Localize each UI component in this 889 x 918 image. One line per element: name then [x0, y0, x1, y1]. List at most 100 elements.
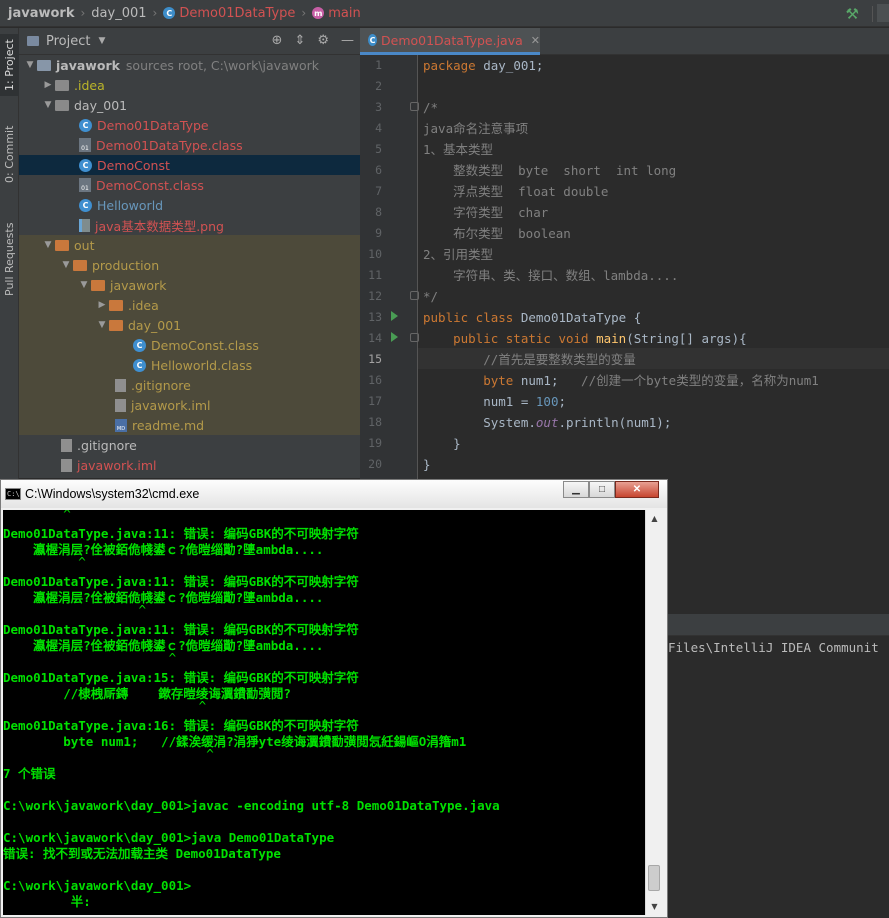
console-line: C:\work\javawork\day_001>java Demo01Data… [3, 830, 335, 845]
tree-item-file[interactable]: .gitignore [19, 375, 360, 395]
tree-item-file-selected[interactable]: C DemoConst [19, 155, 360, 175]
scroll-down-icon[interactable]: ▼ [646, 898, 663, 915]
tree-item-file[interactable]: C Helloworld [19, 195, 360, 215]
console-output[interactable]: ^ Demo01DataType.java:11: 错误: 编码GBK的不可映射… [3, 510, 645, 915]
project-view-selector[interactable]: Project [46, 34, 90, 49]
tree-item-day001[interactable]: ▼ day_001 [19, 95, 360, 115]
tree-label: DemoConst.class [96, 177, 204, 193]
breadcrumb-separator-icon: › [152, 6, 158, 20]
gear-icon[interactable]: ⚙ [317, 33, 329, 48]
line-number: 12 [368, 289, 382, 303]
hide-panel-icon[interactable]: — [341, 33, 354, 48]
tree-item-file[interactable]: 01 Demo01DataType.class [19, 135, 360, 155]
scroll-up-icon[interactable]: ▲ [646, 510, 663, 527]
chevron-down-icon[interactable]: ▼ [59, 260, 73, 270]
file-icon [61, 438, 72, 452]
cmd-title: C:\Windows\system32\cmd.exe [25, 487, 200, 501]
cmd-title-bar[interactable]: C:\ C:\Windows\system32\cmd.exe ▁ □ ✕ [1, 480, 667, 508]
console-line: ^ [3, 746, 214, 761]
console-line: Demo01DataType.java:11: 错误: 编码GBK的不可映射字符 [3, 526, 359, 541]
run-gutter-icon[interactable] [391, 311, 398, 321]
close-icon[interactable]: ✕ [531, 34, 540, 47]
tree-item-day001-out[interactable]: ▼ day_001 [19, 315, 360, 335]
tree-label: production [92, 257, 160, 273]
run-gutter-icon[interactable] [391, 332, 398, 342]
tree-item-file[interactable]: javawork.iml [19, 395, 360, 415]
line-number: 16 [368, 373, 382, 387]
tree-item-file[interactable]: C DemoConst.class [19, 335, 360, 355]
fold-marker-icon[interactable] [410, 333, 419, 342]
fold-marker-icon[interactable] [410, 291, 419, 300]
console-line: 错误: 找不到或无法加载主类 Demo01DataType [3, 846, 281, 861]
minimize-button[interactable]: ▁ [563, 481, 589, 498]
line-number: 13 [368, 310, 382, 324]
folder-icon [109, 299, 123, 311]
tab-label: Demo01DataType.java [381, 32, 523, 48]
chevron-down-icon[interactable]: ▼ [23, 60, 37, 70]
tree-label: out [74, 237, 95, 253]
breadcrumb-project[interactable]: javawork [8, 6, 74, 21]
tree-label: Helloworld.class [151, 357, 253, 373]
class-file-icon: 01 [79, 178, 91, 192]
tree-item-file[interactable]: 01 DemoConst.class [19, 175, 360, 195]
code-line: 1、基本类型 [423, 142, 494, 157]
line-number: 1 [375, 58, 382, 72]
breadcrumb-class[interactable]: Demo01DataType [179, 6, 295, 21]
tree-label: Demo01DataType.class [96, 137, 243, 153]
folder-icon [37, 59, 51, 71]
chevron-right-icon[interactable]: ▶ [95, 300, 109, 310]
tab-commit[interactable]: 0: Commit [0, 120, 19, 188]
tree-item-file[interactable]: MD readme.md [19, 415, 360, 435]
code-line: num1 = 100; [423, 394, 566, 409]
console-line: Demo01DataType.java:15: 错误: 编码GBK的不可映射字符 [3, 670, 359, 685]
tab-pull-requests[interactable]: Pull Requests [0, 214, 19, 304]
module-file-icon [61, 458, 72, 472]
line-number: 15 [368, 352, 382, 366]
folder-icon [55, 99, 69, 111]
tab-project[interactable]: 1: Project [0, 34, 19, 96]
tree-item-idea-out[interactable]: ▶ .idea [19, 295, 360, 315]
build-hammer-icon[interactable]: ⚒ [846, 5, 859, 23]
tree-item-file[interactable]: C Helloworld.class [19, 355, 360, 375]
tree-item-javawork-out[interactable]: ▼ javawork [19, 275, 360, 295]
line-number: 3 [375, 100, 382, 114]
chevron-down-icon[interactable]: ▼ [95, 320, 109, 330]
console-line: ^ [3, 650, 177, 665]
tree-item-idea[interactable]: ▶ .idea [19, 75, 360, 95]
tree-label: .gitignore [131, 377, 191, 393]
navigation-bar: javawork › day_001 › C Demo01DataType › … [0, 0, 889, 27]
chevron-down-icon[interactable]: ▼ [77, 280, 91, 290]
tree-item-file[interactable]: java基本数据类型.png [19, 215, 360, 235]
chevron-right-icon[interactable]: ▶ [41, 80, 55, 90]
console-line: ^ [3, 554, 86, 569]
collapse-all-icon[interactable]: ⇕ [294, 33, 305, 48]
run-config-button[interactable] [877, 4, 889, 22]
tree-item-file[interactable]: C Demo01DataType [19, 115, 360, 135]
scroll-thumb[interactable] [648, 865, 660, 891]
console-scrollbar[interactable]: ▲ ▼ [645, 510, 662, 915]
java-class-icon: C [79, 118, 92, 132]
fold-marker-icon[interactable] [410, 102, 419, 111]
code-line: 整数类型 byte short int long [423, 163, 677, 178]
breadcrumb-folder[interactable]: day_001 [91, 6, 146, 21]
chevron-down-icon[interactable]: ▼ [41, 100, 55, 110]
line-number: 8 [375, 205, 382, 219]
chevron-down-icon[interactable]: ▼ [41, 240, 55, 250]
breadcrumb-method[interactable]: main [328, 6, 360, 21]
maximize-button[interactable]: □ [589, 481, 615, 498]
code-line: */ [423, 289, 439, 304]
locate-file-icon[interactable]: ⊕ [272, 33, 283, 48]
tab-demo01datatype[interactable]: C Demo01DataType.java ✕ [360, 28, 540, 55]
class-icon: C [368, 34, 377, 46]
tree-item-file[interactable]: .gitignore [19, 435, 360, 455]
tree-item-file[interactable]: javawork.iml [19, 455, 360, 475]
breadcrumb-separator-icon: › [80, 6, 86, 20]
chevron-down-icon[interactable]: ▼ [98, 36, 105, 46]
tree-item-root[interactable]: ▼ javawork sources root, C:\work\javawor… [19, 55, 360, 75]
tree-item-production[interactable]: ▼ production [19, 255, 360, 275]
folder-icon [73, 259, 87, 271]
console-line: ^ [3, 510, 71, 521]
tree-item-out[interactable]: ▼ out [19, 235, 360, 255]
close-button[interactable]: ✕ [615, 481, 659, 498]
code-line: 字符类型 char [423, 205, 549, 220]
